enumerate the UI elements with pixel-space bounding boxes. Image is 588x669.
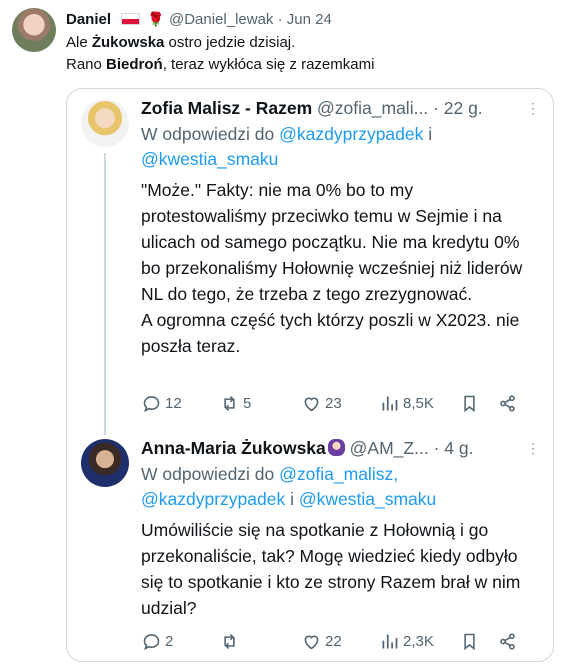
tweet-line-2: Rano Biedroń, teraz wykłóca się z razemk… [66, 54, 374, 76]
retweet-icon [224, 633, 235, 649]
mention-link[interactable]: @zofia_malisz [279, 464, 393, 484]
views-button[interactable]: 2,3K [379, 629, 434, 653]
reply-joiner: i [290, 489, 294, 509]
retweet-button[interactable]: 5 [219, 391, 251, 415]
woman-raising-hand-icon [327, 439, 345, 456]
quoted-tweet-2-header: Anna-Maria Żukowska @AM_Z... · 4 g. ⋮ [141, 437, 541, 459]
highlight-biedron: Biedroń [106, 56, 163, 73]
reply-button[interactable]: 12 [141, 391, 182, 415]
reply-button[interactable]: 2 [141, 629, 173, 653]
tweet-text-part: Rano [66, 56, 107, 73]
author-handle[interactable]: @Daniel_lewak [169, 11, 273, 28]
quoted-tweet-2-body: Umówiliście się na spotkanie z Hołownią … [141, 520, 521, 618]
zofia-avatar[interactable] [81, 99, 129, 147]
tweet-header: Daniel 🌹 @Daniel_lewak · Jun 24 [66, 9, 332, 30]
retweet-count: 5 [243, 394, 252, 412]
quoted-time[interactable]: · 22 g. [433, 98, 483, 118]
like-count: 22 [325, 632, 342, 650]
tweet-text-part: ostro jedzie dzisiaj. [164, 34, 296, 51]
share-button[interactable] [497, 391, 518, 415]
anna-maria-avatar[interactable] [81, 439, 129, 487]
thread-connector-line [104, 153, 106, 435]
view-count: 2,3K [403, 632, 434, 650]
tweet-text-part: , teraz wykłóca się z razemkami [162, 56, 375, 73]
bookmark-icon [464, 633, 475, 650]
reply-to-line: W odpowiedzi do @kazdyprzypadek i @kwest… [141, 122, 536, 172]
like-button[interactable]: 22 [301, 629, 342, 653]
bookmark-button[interactable] [459, 391, 480, 415]
heart-icon [304, 397, 319, 411]
retweet-icon [224, 395, 235, 411]
highlight-zukowska: Żukowska [91, 34, 165, 51]
tweet-text-part: Ale [66, 34, 92, 51]
heart-icon [304, 635, 319, 649]
quoted-author-handle[interactable]: @AM_Z... [350, 438, 429, 458]
quoted-tweet-1-body: "Może." Fakty: nie ma 0% bo to my protes… [141, 180, 523, 356]
quoted-thread[interactable]: Zofia Malisz - Razem @zofia_mali... · 22… [66, 88, 554, 662]
more-icon[interactable]: ⋮ [526, 97, 541, 119]
quoted-author-name[interactable]: Zofia Malisz - Razem [141, 98, 312, 118]
quoted-author-name[interactable]: Anna-Maria Żukowska [141, 438, 326, 458]
reply-count: 12 [165, 394, 182, 412]
reply-joiner: i [428, 124, 433, 144]
view-count: 8,5K [403, 394, 434, 412]
mention-link[interactable]: @kwestia_smaku [141, 149, 278, 169]
like-button[interactable]: 23 [301, 391, 342, 415]
quoted-author-handle[interactable]: @zofia_mali... [317, 98, 428, 118]
views-icon [382, 396, 398, 410]
reply-prefix: W odpowiedzi do [141, 124, 275, 144]
views-button[interactable]: 8,5K [379, 391, 434, 415]
header-separator: · [277, 11, 283, 28]
reply-to-line: W odpowiedzi do @zofia_malisz, @kazdyprz… [141, 464, 437, 509]
rose-icon: 🌹 [147, 11, 165, 27]
share-icon [500, 394, 515, 412]
reply-prefix: W odpowiedzi do [141, 464, 275, 484]
quoted-tweet-2-actions: 2 22 2,3K [141, 629, 531, 653]
views-icon [382, 634, 398, 648]
quoted-tweet-1-actions: 12 5 23 8,5K [141, 391, 531, 415]
quoted-tweet-1-header: Zofia Malisz - Razem @zofia_mali... · 22… [141, 97, 541, 119]
tweet-date[interactable]: Jun 24 [287, 11, 332, 28]
bookmark-button[interactable] [459, 629, 480, 653]
more-icon[interactable]: ⋮ [526, 437, 541, 459]
poland-flag-icon [121, 13, 141, 25]
retweet-button[interactable] [219, 629, 243, 653]
tweet-line-1: Ale Żukowska ostro jedzie dzisiaj. [66, 32, 374, 54]
reply-icon [143, 395, 160, 412]
bookmark-icon [464, 395, 475, 412]
reply-count: 2 [165, 632, 174, 650]
mention-link[interactable]: @kazdyprzypadek [279, 124, 423, 144]
reply-icon [143, 633, 160, 650]
tweet-text: Ale Żukowska ostro jedzie dzisiaj. Rano … [66, 32, 374, 76]
mention-link[interactable]: @kwestia_smaku [299, 489, 436, 509]
share-button[interactable] [497, 629, 518, 653]
mention-link[interactable]: @kazdyprzypadek [141, 489, 285, 509]
author-avatar[interactable] [12, 8, 56, 52]
author-name[interactable]: Daniel [66, 11, 111, 28]
like-count: 23 [325, 394, 342, 412]
share-icon [500, 632, 515, 650]
quoted-time[interactable]: · 4 g. [434, 438, 474, 458]
